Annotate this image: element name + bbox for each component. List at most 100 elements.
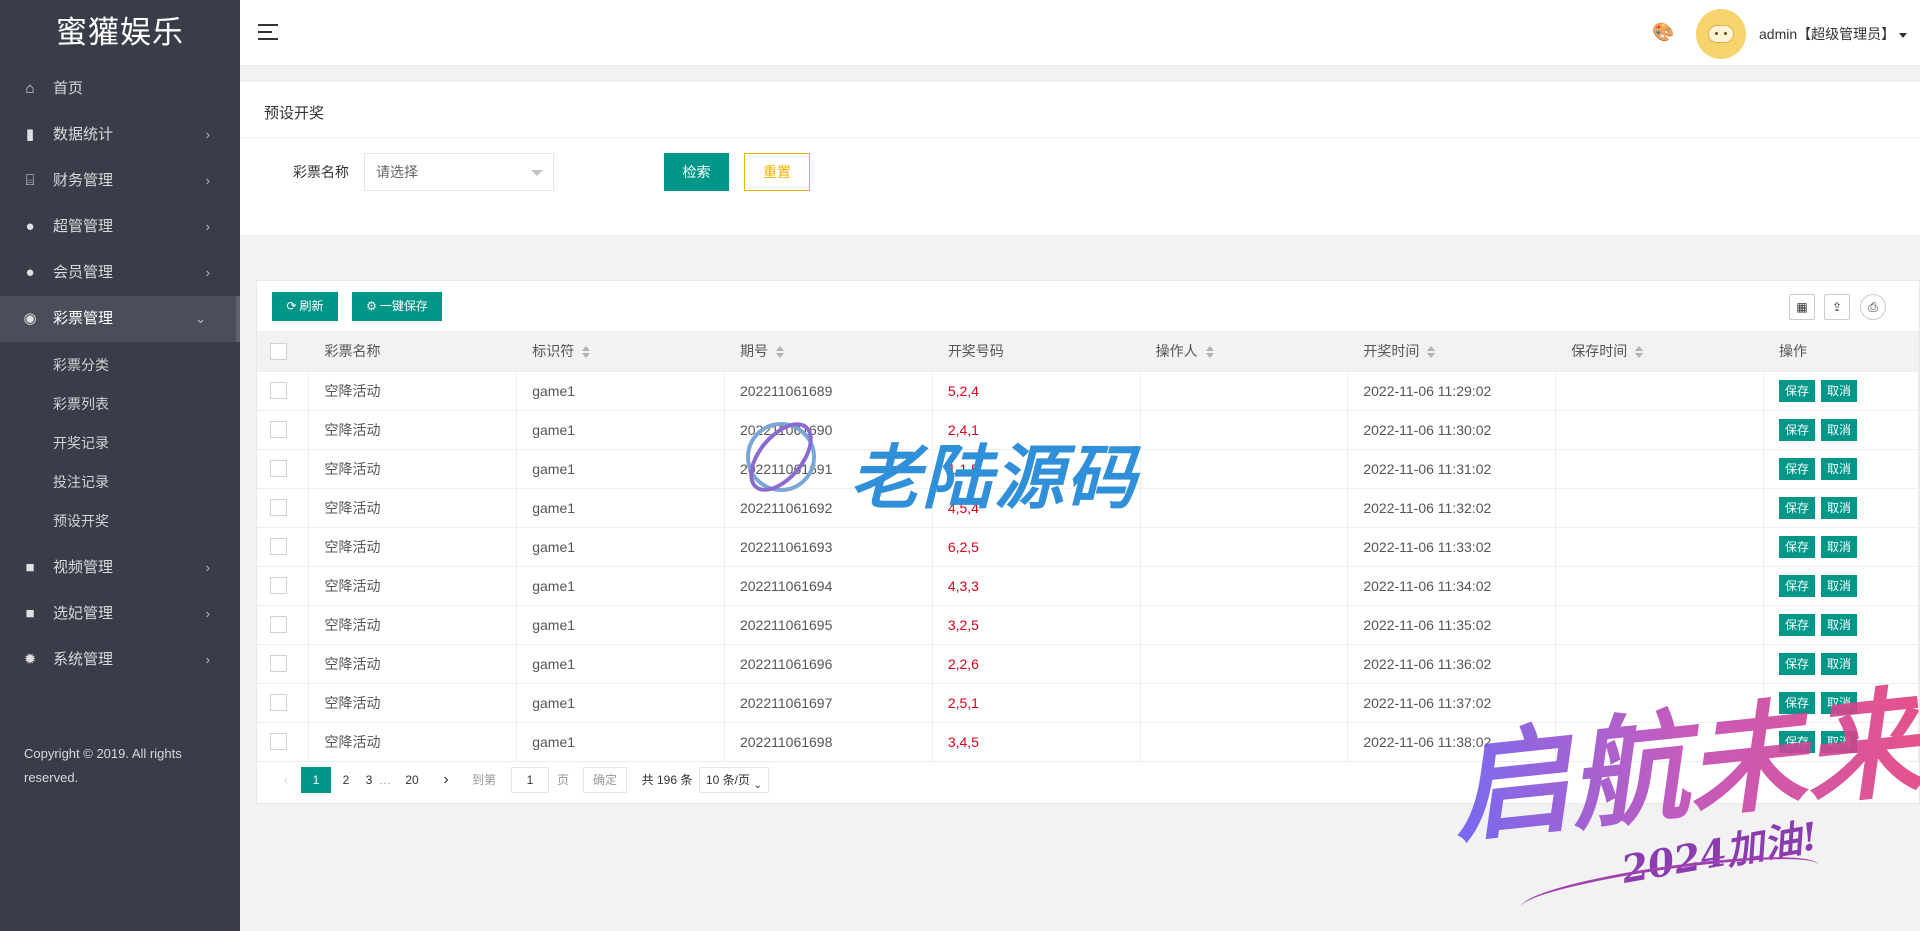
submenu-item[interactable]: 彩票列表	[0, 385, 240, 424]
columns-icon[interactable]: ▦	[1789, 294, 1815, 320]
sidebar-item-2[interactable]: ⌸ 财务管理 ›	[0, 158, 240, 204]
goto-confirm-button[interactable]: 确定	[583, 767, 627, 793]
cell-open-time: 2022-11-06 11:36:02	[1347, 644, 1557, 684]
cell-number: 6,2,5	[932, 527, 1141, 567]
theme-palette-icon[interactable]: 🎨	[1652, 22, 1674, 42]
page-link[interactable]: 3	[361, 767, 377, 793]
sidebar-item-2[interactable]: ✹ 系统管理 ›	[0, 637, 240, 683]
row-checkbox[interactable]	[270, 577, 287, 595]
submenu-item[interactable]: 投注记录	[0, 463, 240, 502]
save-button[interactable]: 保存	[1779, 574, 1816, 597]
col-issue[interactable]: 期号	[724, 331, 933, 372]
row-select-cell	[257, 410, 310, 450]
row-checkbox[interactable]	[270, 616, 287, 634]
cancel-button[interactable]: 取消	[1821, 691, 1858, 714]
sort-icon[interactable]	[582, 346, 591, 359]
refresh-button[interactable]: ⟳ 刷新	[272, 292, 338, 321]
cell-actions: 保存 取消	[1763, 605, 1919, 645]
sidebar-item-0[interactable]: ⌂ 首页	[0, 66, 240, 112]
reset-button[interactable]: 重置	[744, 153, 810, 191]
row-checkbox[interactable]	[270, 421, 287, 439]
col-actions: 操作	[1763, 331, 1919, 372]
row-checkbox[interactable]	[270, 460, 287, 478]
cancel-button[interactable]: 取消	[1821, 613, 1858, 636]
save-button[interactable]: 保存	[1779, 691, 1816, 714]
sidebar-item-1[interactable]: ▮ 数据统计 ›	[0, 112, 240, 158]
cancel-button[interactable]: 取消	[1821, 379, 1858, 402]
row-checkbox[interactable]	[270, 694, 287, 712]
cell-actions: 保存 取消	[1763, 410, 1919, 450]
cancel-button[interactable]: 取消	[1821, 652, 1858, 675]
row-checkbox[interactable]	[270, 499, 287, 517]
sort-icon[interactable]	[1427, 346, 1436, 359]
sort-icon[interactable]	[1635, 346, 1644, 359]
submenu-item[interactable]: 预设开奖	[0, 502, 240, 541]
page-link[interactable]: 2	[335, 767, 357, 793]
cell-lottery-name: 空降活动	[308, 644, 518, 684]
save-button[interactable]: 保存	[1779, 652, 1816, 675]
prev-page-icon[interactable]: ‹	[275, 767, 297, 793]
cell-issue: 202211061694	[724, 566, 933, 606]
save-button[interactable]: 保存	[1779, 613, 1816, 636]
cancel-button[interactable]: 取消	[1821, 418, 1858, 441]
table-row: 空降活动 game1 202211061691 1,1,5 2022-11-06 11:…	[257, 449, 1919, 489]
cancel-button[interactable]: 取消	[1821, 457, 1858, 480]
cell-issue: 202211061689	[724, 371, 933, 411]
page-link-last[interactable]: 20	[397, 767, 427, 793]
save-button[interactable]: 保存	[1779, 418, 1816, 441]
submenu-item[interactable]: 彩票分类	[0, 346, 240, 385]
menu-toggle-icon[interactable]	[258, 24, 278, 40]
sidebar-item-0[interactable]: ■ 视频管理 ›	[0, 545, 240, 591]
row-select-cell	[257, 527, 310, 567]
save-button[interactable]: 保存	[1779, 535, 1816, 558]
select-all-checkbox[interactable]	[270, 342, 287, 360]
cell-issue: 202211061696	[724, 644, 933, 684]
col-key[interactable]: 标识符	[516, 331, 725, 372]
user-menu[interactable]: admin【超级管理员】	[1759, 24, 1908, 44]
cell-number: 2,2,6	[932, 644, 1141, 684]
cell-key: game1	[516, 410, 725, 450]
sidebar-item-4[interactable]: ● 会员管理 ›	[0, 250, 240, 296]
cell-issue: 202211061693	[724, 527, 933, 567]
cancel-button[interactable]: 取消	[1821, 496, 1858, 519]
sidebar-item-1[interactable]: ■ 选妃管理 ›	[0, 591, 240, 637]
col-operator[interactable]: 操作人	[1140, 331, 1349, 372]
print-icon[interactable]: ⎙	[1860, 294, 1886, 320]
page-size-label: 10 条/页	[706, 773, 751, 787]
save-all-button[interactable]: ⚙ 一键保存	[352, 292, 442, 321]
cell-key: game1	[516, 722, 725, 762]
row-checkbox[interactable]	[270, 382, 287, 400]
save-button[interactable]: 保存	[1779, 457, 1816, 480]
sort-icon[interactable]	[1205, 346, 1214, 359]
page-current[interactable]: 1	[301, 767, 331, 793]
sidebar-item-3[interactable]: ● 超管管理 ›	[0, 204, 240, 250]
cell-actions: 保存 取消	[1763, 722, 1919, 762]
search-button[interactable]: 检索	[664, 153, 729, 191]
export-icon[interactable]: ⇪	[1824, 294, 1850, 320]
page-size-select[interactable]: 10 条/页 ⌄	[699, 767, 769, 793]
row-checkbox[interactable]	[270, 733, 287, 751]
sort-icon[interactable]	[775, 346, 784, 359]
avatar[interactable]	[1696, 9, 1746, 59]
row-checkbox[interactable]	[270, 538, 287, 556]
col-save-time[interactable]: 保存时间	[1555, 331, 1765, 372]
save-button[interactable]: 保存	[1779, 496, 1816, 519]
home-icon: ⌂	[25, 80, 35, 97]
cancel-button[interactable]: 取消	[1821, 730, 1858, 753]
goto-page-input[interactable]: 1	[511, 767, 549, 793]
save-button[interactable]: 保存	[1779, 379, 1816, 402]
save-button[interactable]: 保存	[1779, 730, 1816, 753]
lottery-name-select[interactable]: 请选择	[364, 153, 554, 191]
next-page-icon[interactable]: ›	[435, 767, 457, 793]
cancel-button[interactable]: 取消	[1821, 574, 1858, 597]
sidebar-item-label: 视频管理	[53, 559, 114, 576]
cell-actions: 保存 取消	[1763, 644, 1919, 684]
chevron-down-icon: ⌄	[195, 311, 206, 326]
submenu-item[interactable]: 开奖记录	[0, 424, 240, 463]
row-select-cell	[257, 605, 310, 645]
cancel-button[interactable]: 取消	[1821, 535, 1858, 558]
bar-chart-icon: ▮	[25, 126, 35, 143]
sidebar-item-5[interactable]: ◉ 彩票管理 ⌄	[0, 296, 240, 342]
col-open-time[interactable]: 开奖时间	[1347, 331, 1557, 372]
row-checkbox[interactable]	[270, 655, 287, 673]
